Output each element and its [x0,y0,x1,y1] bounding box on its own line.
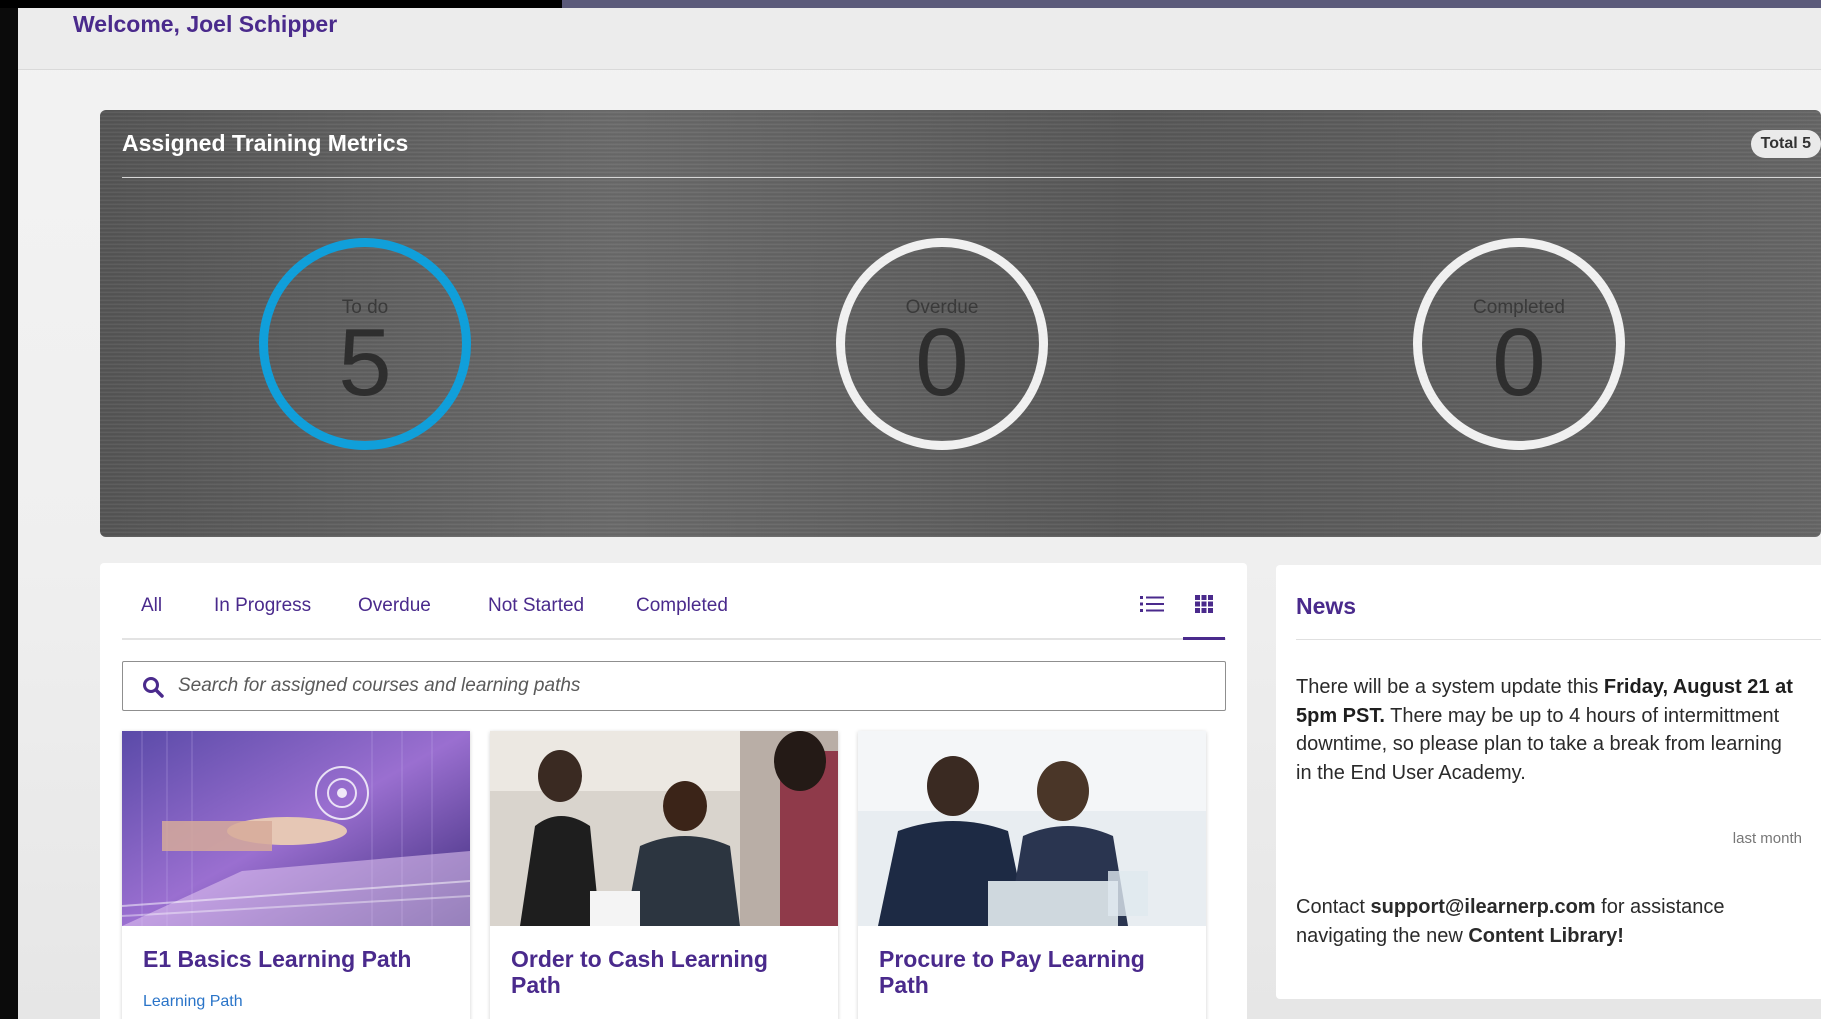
course-thumbnail [122,731,470,926]
news-title: News [1296,593,1357,619]
course-title[interactable]: E1 Basics Learning Path [143,946,453,972]
course-title[interactable]: Order to Cash Learning Path [511,946,821,998]
list-view-icon [1140,596,1164,612]
tab-not-started[interactable]: Not Started [488,595,584,617]
tabs-divider [122,638,1226,640]
app-window: Welcome, Joel Schipper Assigned Training… [18,8,1821,1019]
course-card[interactable]: Order to Cash Learning Path [490,731,838,1019]
course-thumbnail [490,731,838,926]
tab-in-progress[interactable]: In Progress [214,595,311,617]
metric-todo-ring[interactable]: To do 5 [259,238,471,450]
news-text: There will be a system update this [1296,676,1604,698]
assigned-courses-panel: All In Progress Overdue Not Started Comp… [100,563,1247,1019]
metrics-title: Assigned Training Metrics [122,130,409,156]
grid-view-icon [1195,595,1213,613]
course-search-box[interactable] [122,661,1226,711]
news-divider [1296,639,1821,640]
metric-overdue-value: 0 [915,309,969,416]
course-card[interactable]: E1 Basics Learning Path Learning Path [122,731,470,1019]
welcome-bar: Welcome, Joel Schipper [18,8,1821,70]
course-title[interactable]: Procure to Pay Learning Path [879,946,1189,998]
search-input[interactable] [178,672,1208,700]
metric-todo-value: 5 [338,309,392,416]
search-icon [143,677,164,698]
browser-tab-bar [562,0,1821,8]
course-thumbnail [858,731,1206,926]
tab-completed[interactable]: Completed [636,595,728,617]
tab-overdue[interactable]: Overdue [358,595,431,617]
news-timestamp: last month [1732,830,1802,847]
active-view-indicator [1183,637,1225,640]
tab-all[interactable]: All [141,595,162,617]
metric-completed-value: 0 [1492,309,1546,416]
metric-completed-ring[interactable]: Completed 0 [1413,238,1625,450]
metric-overdue-ring[interactable]: Overdue 0 [836,238,1048,450]
metrics-divider [122,177,1821,178]
browser-top-strip [0,0,1821,8]
news-item: Contact support@ilearnerp.com for assist… [1296,893,1806,950]
grid-view-button[interactable] [1189,589,1219,619]
news-text: Contact [1296,896,1371,918]
welcome-message: Welcome, Joel Schipper [73,11,338,37]
list-view-button[interactable] [1137,589,1167,619]
assigned-training-metrics-panel: Assigned Training Metrics Total 5 To do … [100,110,1821,537]
total-badge: Total 5 [1750,130,1821,158]
news-item: There will be a system update this Frida… [1296,673,1796,787]
news-panel: News There will be a system update this … [1276,565,1821,999]
course-type: Learning Path [143,993,243,1010]
support-email-link[interactable]: support@ilearnerp.com [1370,896,1595,918]
news-highlight: Content Library! [1468,924,1624,947]
course-card[interactable]: Procure to Pay Learning Path [858,731,1206,1019]
